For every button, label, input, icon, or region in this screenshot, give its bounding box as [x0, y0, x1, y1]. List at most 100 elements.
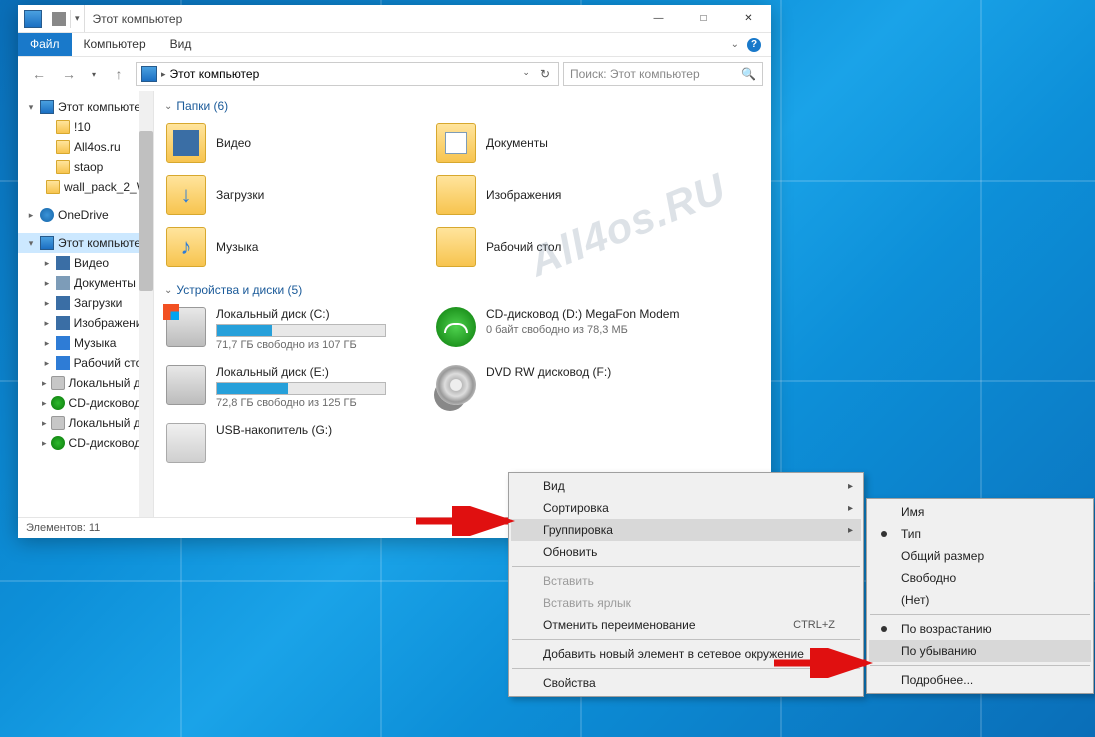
tree-caret-icon[interactable]: ▸ [42, 398, 47, 409]
ctx-add-network[interactable]: Добавить новый элемент в сетевое окружен… [511, 643, 861, 665]
tree-caret-icon[interactable]: ▸ [42, 338, 52, 349]
tree-item[interactable]: staop [18, 157, 153, 177]
window-icon[interactable] [24, 10, 42, 28]
tree-item[interactable]: ▸OneDrive [18, 205, 153, 225]
qat-properties-icon[interactable] [52, 12, 66, 26]
ctx-undo-rename[interactable]: Отменить переименованиеCTRL+Z [511, 614, 861, 636]
ctx-group-totalsize[interactable]: Общий размер [869, 545, 1091, 567]
tree-caret-icon[interactable]: ▸ [42, 418, 47, 429]
drive-tile[interactable]: DVD RW дисковод (F:) [434, 363, 684, 411]
folder-tile[interactable]: Музыка [164, 225, 414, 269]
breadcrumb-dropdown-icon[interactable]: ⌄ [522, 67, 530, 81]
tree-scrollbar-thumb[interactable] [139, 131, 153, 291]
drive-name: Локальный диск (C:) [216, 307, 412, 321]
ctx-refresh[interactable]: Обновить [511, 541, 861, 563]
tree-caret-icon[interactable]: ▾ [26, 102, 36, 113]
qat-dropdown-icon[interactable]: ▾ [75, 13, 80, 24]
search-input[interactable]: Поиск: Этот компьютер 🔍 [563, 62, 763, 86]
tree-item-icon [40, 100, 54, 114]
tree-caret-icon[interactable]: ▸ [42, 278, 52, 289]
tree-caret-icon[interactable]: ▸ [26, 210, 36, 221]
content-pane[interactable]: ⌄ Папки (6) Видео Документы Загрузки Изобра… [154, 91, 771, 517]
refresh-button[interactable]: ↻ [536, 67, 554, 81]
drive-usage-bar [216, 382, 386, 395]
tree-item[interactable]: ▸Документы [18, 273, 153, 293]
drive-tile[interactable]: CD-дисковод (D:) MegaFon Modem0 байт сво… [434, 305, 684, 353]
folder-tile[interactable]: Загрузки [164, 173, 414, 217]
navigation-tree[interactable]: ▾ Этот компьютер !10 All4os.ru staopwall_pac… [18, 91, 154, 517]
tree-item[interactable]: ▸CD-дисковод (D:) [18, 433, 153, 453]
ctx-sort[interactable]: Сортировка▸ [511, 497, 861, 519]
status-item-count: Элементов: 11 [26, 522, 100, 534]
nav-up-button[interactable]: ↑ [106, 61, 132, 87]
ctx-group-asc[interactable]: По возрастанию [869, 618, 1091, 640]
tree-item[interactable]: ▸Рабочий стол [18, 353, 153, 373]
ctx-group-type[interactable]: Тип [869, 523, 1091, 545]
folder-tile[interactable]: Документы [434, 121, 684, 165]
tree-item[interactable]: ▸CD-дисковод (D:) [18, 393, 153, 413]
tree-item[interactable]: ▾ Этот компьютер [18, 97, 153, 117]
tree-caret-icon[interactable]: ▸ [42, 318, 52, 329]
drive-tile[interactable]: Локальный диск (C:)71,7 ГБ свободно из 1… [164, 305, 414, 353]
folder-tile[interactable]: Рабочий стол [434, 225, 684, 269]
drive-tile[interactable]: USB-накопитель (G:) [164, 421, 414, 465]
nav-history-dropdown[interactable]: ▾ [86, 61, 102, 87]
minimize-button[interactable]: — [636, 5, 681, 33]
ctx-group[interactable]: Группировка▸ [511, 519, 861, 541]
ctx-group-name[interactable]: Имя [869, 501, 1091, 523]
folder-label: Изображения [486, 188, 561, 202]
titlebar[interactable]: ▾ Этот компьютер — □ ✕ [18, 5, 771, 33]
folder-tile[interactable]: Видео [164, 121, 414, 165]
section-folders[interactable]: ⌄ Папки (6) [164, 99, 761, 113]
folder-icon [436, 175, 476, 215]
tree-item-icon [56, 276, 70, 290]
tree-item-label: All4os.ru [74, 140, 121, 154]
tree-scrollbar[interactable] [139, 91, 153, 517]
folder-label: Музыка [216, 240, 258, 254]
nav-forward-button[interactable]: → [56, 61, 82, 87]
breadcrumb[interactable]: ▸ Этот компьютер ⌄ ↻ [136, 62, 559, 86]
ctx-group-free[interactable]: Свободно [869, 567, 1091, 589]
tab-view[interactable]: Вид [158, 33, 204, 56]
tree-caret-icon[interactable]: ▸ [42, 438, 47, 449]
tree-caret-icon[interactable]: ▸ [42, 358, 52, 369]
tree-item-label: Этот компьютер [58, 100, 148, 114]
tree-item[interactable]: ▾Этот компьютер [18, 233, 153, 253]
window-title: Этот компьютер [93, 12, 183, 26]
ctx-group-more[interactable]: Подробнее... [869, 669, 1091, 691]
folder-tile[interactable]: Изображения [434, 173, 684, 217]
tab-file[interactable]: Файл [18, 33, 72, 56]
chevron-right-icon: ▸ [848, 481, 853, 492]
ctx-view[interactable]: Вид▸ [511, 475, 861, 497]
tree-caret-icon[interactable]: ▸ [42, 258, 52, 269]
section-drives[interactable]: ⌄ Устройства и диски (5) [164, 283, 761, 297]
ctx-properties[interactable]: Свойства [511, 672, 861, 694]
help-icon[interactable]: ? [747, 38, 761, 52]
tree-item[interactable]: All4os.ru [18, 137, 153, 157]
close-button[interactable]: ✕ [726, 5, 771, 33]
tab-computer[interactable]: Компьютер [72, 33, 158, 56]
tree-caret-icon[interactable]: ▸ [42, 378, 47, 389]
nav-back-button[interactable]: ← [26, 61, 52, 87]
tree-caret-icon[interactable]: ▸ [42, 298, 52, 309]
search-icon[interactable]: 🔍 [741, 67, 756, 81]
tree-item[interactable]: ▸Музыка [18, 333, 153, 353]
ctx-group-desc[interactable]: По убыванию [869, 640, 1091, 662]
tree-item[interactable]: !10 [18, 117, 153, 137]
chevron-right-icon[interactable]: ▸ [161, 69, 166, 80]
breadcrumb-segment[interactable]: Этот компьютер [170, 67, 260, 81]
tree-caret-icon[interactable]: ▾ [26, 238, 36, 249]
tree-item[interactable]: ▸Изображения [18, 313, 153, 333]
tree-item-icon [51, 416, 65, 430]
tree-item[interactable]: ▸Локальный диск [18, 413, 153, 433]
tree-item[interactable]: ▸Локальный диск [18, 373, 153, 393]
tree-item-icon [56, 336, 70, 350]
ribbon-expand-icon[interactable]: ⌄ [731, 39, 739, 50]
tree-item[interactable]: ▸Загрузки [18, 293, 153, 313]
ctx-group-none[interactable]: (Нет) [869, 589, 1091, 611]
separator [870, 614, 1090, 615]
tree-item[interactable]: wall_pack_2_Win [18, 177, 153, 197]
tree-item[interactable]: ▸Видео [18, 253, 153, 273]
maximize-button[interactable]: □ [681, 5, 726, 33]
drive-tile[interactable]: Локальный диск (E:)72,8 ГБ свободно из 1… [164, 363, 414, 411]
